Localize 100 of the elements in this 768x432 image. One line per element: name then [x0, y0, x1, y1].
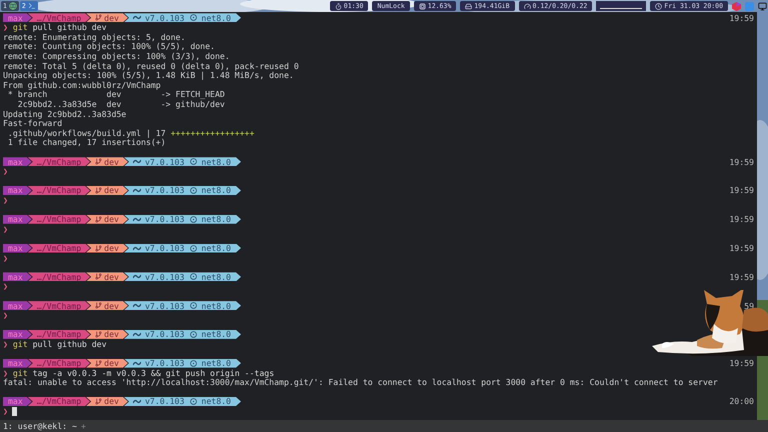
output-line: Updating 2c9bbd2..3a83d5e [3, 110, 126, 118]
prompt-symbol: ❯ [3, 196, 8, 204]
wave-icon [132, 274, 141, 280]
output-line: From github.com:wubbl0rz/VmChamp [3, 80, 161, 90]
prompt-sdk: v7.0.103 net8.0 [124, 397, 241, 406]
prompt-user: max [3, 244, 32, 253]
prompt-path: …/VmChamp [28, 157, 90, 166]
output-line: .github/workflows/build.yml | 17 +++++++++++++++++ [6, 128, 254, 138]
wave-icon [132, 216, 141, 222]
prompt-branch: dev [86, 186, 128, 195]
prompt-symbol: ❯ [3, 167, 8, 176]
wave-icon [132, 399, 141, 404]
prompt-path: …/VmChamp [28, 397, 90, 406]
branch-icon [95, 330, 102, 338]
timestamp: 19:59 [729, 14, 755, 22]
gauge-icon [524, 2, 530, 10]
prompt-symbol: ❯ [3, 368, 8, 377]
status-module [596, 1, 646, 11]
prompt-symbol: ❯ [3, 282, 8, 291]
branch-icon [95, 302, 102, 310]
prompt-symbol: ❯ [3, 254, 8, 262]
branch-icon [95, 186, 102, 194]
prompt-symbol: ❯ [3, 340, 8, 348]
branch-icon [95, 273, 102, 280]
output-line: remote: Enumerating objects: 5, done. [3, 32, 186, 42]
command-text: git pull github dev [12, 340, 107, 348]
timestamp: 19:59 [729, 244, 755, 252]
wave-icon [132, 188, 141, 193]
monitor-icon [758, 2, 767, 10]
prompt-sdk: v7.0.103 net8.0 [124, 330, 241, 339]
prompt-branch: dev [86, 13, 128, 22]
prompt-sdk: v7.0.103 net8.0 [124, 272, 241, 282]
prompt-user: max [3, 397, 32, 406]
prompt-sdk: v7.0.103 net8.0 [124, 301, 241, 310]
prompt-symbol: ❯ [3, 224, 8, 233]
wave-icon [132, 332, 141, 337]
output-line: remote: Compressing objects: 100% (3/3), done. [3, 52, 230, 60]
timestamp: 19:59 [729, 215, 755, 224]
command-text: git pull github dev [12, 23, 107, 32]
prompt-user: max [3, 13, 32, 22]
prompt-user: max [3, 301, 32, 310]
branch-icon [95, 244, 102, 252]
window-tab[interactable]: 1: user@kekl: ~ [3, 422, 77, 430]
prompt-sdk: v7.0.103 net8.0 [124, 214, 241, 224]
prompt-path: …/VmChamp [28, 244, 90, 253]
prompt-path: …/VmChamp [28, 358, 90, 368]
cpu-icon [418, 2, 426, 10]
disk-icon [465, 2, 472, 10]
prompt-symbol: ❯ [3, 311, 8, 320]
prompt-branch: dev [86, 397, 128, 406]
branch-icon [95, 216, 102, 223]
branch-icon [95, 14, 102, 22]
prompt-path: …/VmChamp [28, 214, 90, 224]
new-window-button[interactable]: + [80, 422, 86, 430]
prompt-user: max [3, 272, 32, 282]
branch-icon [95, 158, 102, 166]
timer-icon [334, 2, 342, 10]
output-line: 2c9bbd2..3a83d5e dev -> github/dev [16, 100, 225, 108]
prompt-path: …/VmChamp [28, 301, 90, 310]
wave-icon [132, 303, 141, 308]
prompt-user: max [3, 358, 32, 368]
output-line: Unpacking objects: 100% (5/5), 1.48 KiB | 1.48 MiB/s, done. [3, 71, 294, 80]
prompt-branch: dev [86, 214, 128, 224]
prompt-sdk: v7.0.103 net8.0 [124, 358, 241, 368]
wave-icon [132, 15, 141, 20]
wave-icon [132, 159, 141, 164]
prompt-symbol: ❯ [3, 407, 8, 416]
terminal-icon [28, 2, 36, 10]
prompt-sdk: v7.0.103 net8.0 [124, 186, 241, 195]
timestamp: 19:59 [729, 186, 755, 195]
prompt-path: …/VmChamp [28, 330, 90, 339]
timestamp: 19:59 [729, 272, 755, 281]
timestamp: 19:59 [729, 158, 755, 166]
prompt-user: max [3, 214, 32, 224]
prompt-branch: dev [86, 330, 128, 339]
output-line: 1 file changed, 17 insertions(+) [6, 138, 166, 147]
hexagon-icon [732, 2, 741, 10]
prompt-branch: dev [86, 301, 128, 310]
branch-icon [95, 398, 102, 406]
command-text: git tag -a v0.0.3 -m v0.0.3 && git push origin --tags [12, 368, 274, 377]
prompt-branch: dev [86, 272, 128, 282]
clock-icon [655, 2, 662, 10]
output-line: fatal: unable to access 'http://localhost:3000/max/VmChamp.git/': Failed to connect to localhost port 3000 after 0 ms: Couldn't connect to server [3, 378, 718, 386]
prompt-path: …/VmChamp [28, 13, 90, 22]
prompt-branch: dev [86, 157, 128, 166]
prompt-user: max [3, 330, 32, 339]
output-line: Fast-forward [3, 119, 62, 128]
output-line: remote: Counting objects: 100% (5/5), done. [3, 42, 215, 51]
prompt-symbol: ❯ [3, 23, 8, 32]
output-line: * branch dev -> FETCH_HEAD [6, 90, 225, 99]
prompt-sdk: v7.0.103 net8.0 [124, 157, 241, 166]
prompt-branch: dev [86, 358, 128, 368]
prompt-user: max [3, 186, 32, 195]
timestamp: 19:59 [729, 359, 755, 368]
prompt-sdk: v7.0.103 net8.0 [124, 244, 241, 253]
prompt-branch: dev [86, 244, 128, 253]
timestamp: 20:00 [729, 397, 755, 406]
branch-icon [95, 360, 102, 367]
output-line: remote: Total 5 (delta 0), reused 0 (delta 0), pack-reused 0 [3, 62, 299, 70]
wave-icon [132, 360, 141, 366]
